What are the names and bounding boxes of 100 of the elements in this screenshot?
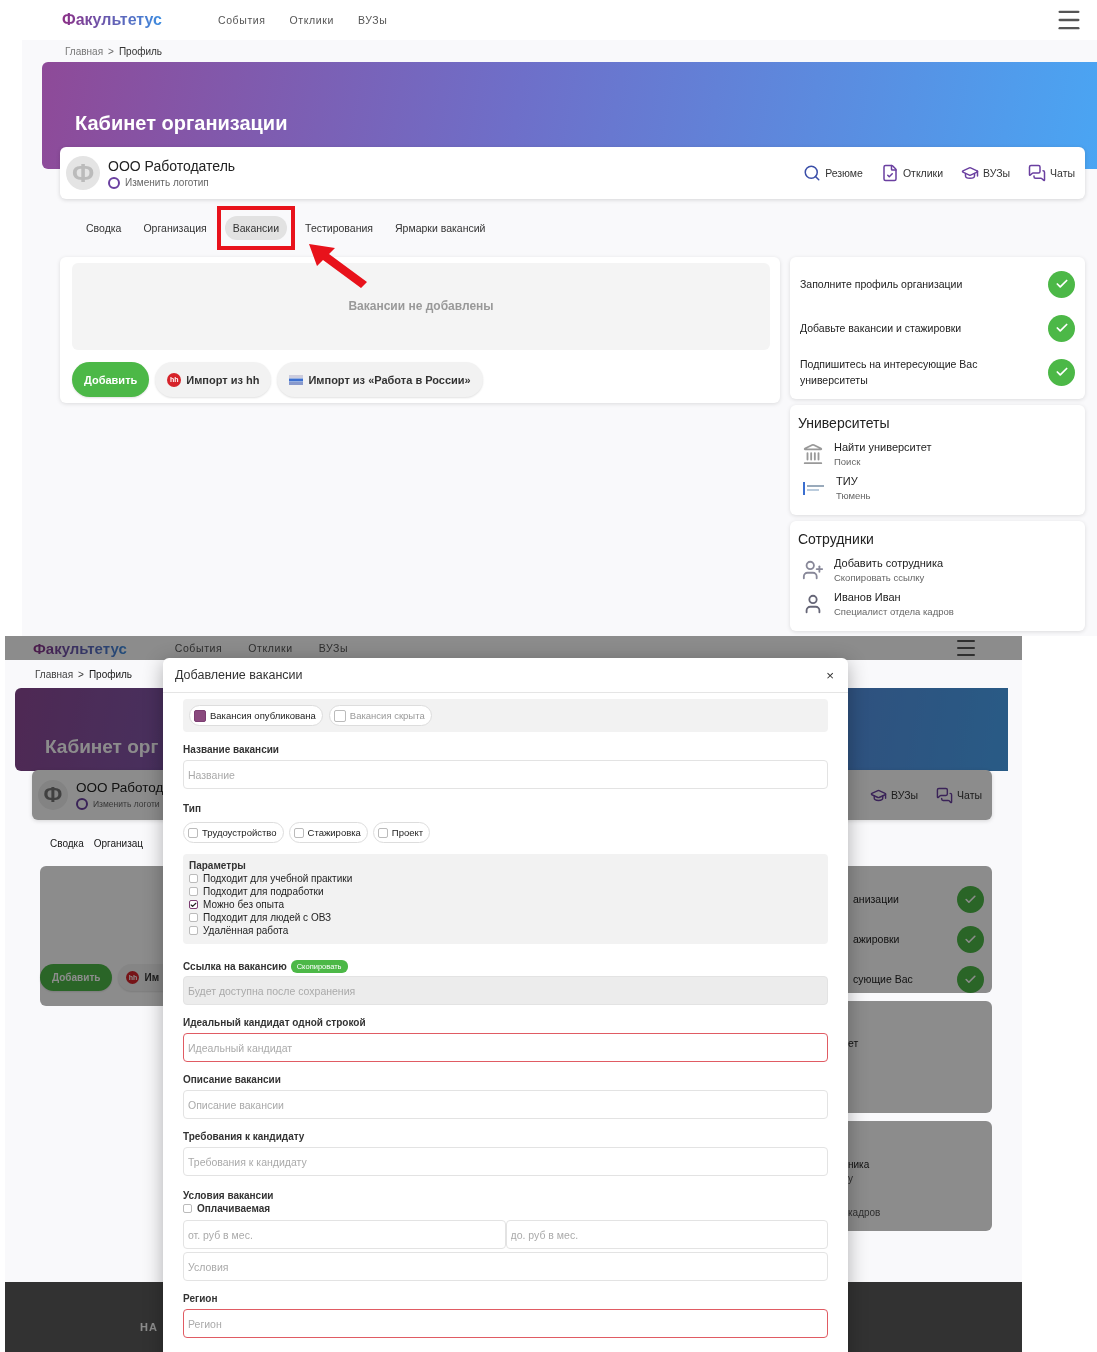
breadcrumb-link[interactable]: Профиль <box>88 668 133 680</box>
footer-heading: НА <box>140 1321 158 1333</box>
item-subtitle: Тюмень <box>836 490 871 501</box>
checkbox <box>333 709 346 722</box>
university-logo <box>802 479 826 497</box>
card-title: Университеты <box>798 415 891 431</box>
card-title: Сотрудники <box>798 531 875 547</box>
close-button[interactable]: × <box>826 667 834 683</box>
salary-field[interactable]: от. руб в мес. <box>183 1220 506 1249</box>
breadcrumb-separator: > <box>108 45 114 57</box>
checklist-text: Заполните профиль организации <box>800 276 963 292</box>
user-add-icon <box>802 559 824 581</box>
field-label: Требования к кандидату <box>183 1131 305 1142</box>
breadcrumb-separator: > <box>78 668 84 680</box>
item-link[interactable]: Добавить сотрудника <box>834 557 944 569</box>
organization-name: ООО Работодатель <box>108 157 236 174</box>
item-subtitle: Поиск <box>834 456 862 467</box>
staff-text: у <box>848 1173 854 1184</box>
tab[interactable]: Организация <box>135 216 215 240</box>
checkbox[interactable] <box>189 926 198 935</box>
checkbox[interactable] <box>189 887 198 896</box>
checkbox[interactable] <box>189 913 198 922</box>
option-label: Подходит для людей с ОВЗ <box>203 912 332 923</box>
field-label: Регион <box>183 1293 218 1304</box>
checklist-text: Подпишитесь на интересующие Вас университеты <box>800 356 979 388</box>
building-icon <box>802 443 824 465</box>
search-icon <box>803 164 822 182</box>
type-option[interactable]: Проект <box>372 822 431 843</box>
checkbox[interactable] <box>188 827 198 838</box>
type-option[interactable]: Трудоустройство <box>183 822 284 843</box>
breadcrumb-link[interactable]: Главная <box>35 668 74 680</box>
dialog-title: Добавление вакансии <box>175 668 303 682</box>
chat-icon <box>1028 164 1047 182</box>
quick-link[interactable]: Чаты <box>936 786 982 804</box>
field-label: Название вакансии <box>183 744 280 755</box>
organization-logo: Ф <box>38 780 68 810</box>
checkbox[interactable] <box>377 827 388 838</box>
pointer-arrow <box>306 242 369 290</box>
nav-link[interactable]: ВУЗы <box>318 642 349 654</box>
tab[interactable]: Сводка <box>45 831 89 855</box>
tab[interactable]: Тестирования <box>297 216 381 240</box>
option-label: Можно без опыта <box>203 899 284 910</box>
field-label: Тип <box>183 803 201 814</box>
quick-link[interactable]: Чаты <box>1028 164 1075 182</box>
input-field[interactable]: Идеальный кандидат <box>183 1033 828 1062</box>
checkbox[interactable] <box>189 900 198 909</box>
nav-link[interactable]: События <box>218 14 266 26</box>
graduation-cap-icon <box>961 164 980 182</box>
item-subtitle: Скопировать ссылку <box>834 572 926 583</box>
staff-text: кадров <box>848 1207 882 1218</box>
organization-name: ООО Работод <box>76 780 164 795</box>
item-link[interactable]: Иванов Иван <box>834 591 954 603</box>
input-field[interactable]: Регион <box>183 1309 828 1338</box>
checklist-text: сующие Вас <box>853 971 913 987</box>
item-link[interactable]: ТИУ <box>836 475 871 487</box>
checkbox <box>194 709 206 722</box>
visibility-option[interactable]: Вакансия опубликована <box>189 705 323 726</box>
field-label: Условия вакансии <box>183 1190 274 1201</box>
empty-message: Вакансии не добавлены <box>348 299 494 315</box>
panel-title: Параметры <box>189 860 247 871</box>
item-link[interactable]: Найти университет <box>834 441 932 453</box>
item-link[interactable]: ет <box>848 1037 992 1049</box>
nav-link[interactable]: ВУЗы <box>357 14 388 26</box>
checklist-text: Добавьте вакансии и стажировки <box>800 320 962 336</box>
checklist-text: анизации <box>853 891 899 907</box>
item-subtitle: Специалист отдела кадров <box>834 606 954 617</box>
quick-link[interactable]: ВУЗы <box>961 164 1011 182</box>
field-label: Идеальный кандидат одной строкой <box>183 1017 366 1028</box>
type-option[interactable]: Стажировка <box>288 822 368 843</box>
quick-link[interactable]: Резюме <box>803 164 863 182</box>
page-title: Кабинет организации <box>75 112 288 135</box>
checklist-text: ажировки <box>853 931 900 947</box>
checkbox[interactable] <box>293 827 304 838</box>
checkbox[interactable] <box>183 1204 192 1213</box>
nav-link[interactable]: Отклики <box>289 14 334 26</box>
tab[interactable]: Сводка <box>78 216 130 240</box>
quick-link[interactable]: ВУЗы <box>870 786 919 804</box>
chat-icon <box>936 786 954 804</box>
quick-link[interactable]: Отклики <box>880 164 944 182</box>
change-logo-link[interactable]: Изменить логотип <box>125 177 209 188</box>
tab[interactable]: Вакансии <box>224 216 288 240</box>
breadcrumb-link[interactable]: Главная <box>65 45 104 57</box>
option-label: Удалённая работа <box>203 925 289 936</box>
salary-field[interactable]: до. руб в мес. <box>505 1220 828 1249</box>
change-logo-link[interactable]: Изменить логоти <box>93 799 160 809</box>
document-check-icon <box>880 164 899 182</box>
tab[interactable]: Ярмарки вакансий <box>387 216 494 240</box>
field-label: Описание вакансии <box>183 1074 281 1085</box>
field-label: Ссылка на вакансию <box>183 961 287 972</box>
page-title: Кабинет орг <box>45 736 159 758</box>
logo[interactable]: Факультетус <box>62 11 162 29</box>
breadcrumb-link[interactable]: Профиль <box>118 45 163 57</box>
nav-link[interactable]: События <box>174 642 223 654</box>
tab[interactable]: Организац <box>88 831 149 855</box>
nav-link[interactable]: Отклики <box>248 642 293 654</box>
option-label: Подходит для учебной практики <box>203 873 353 884</box>
import-button[interactable]: Импорт из «Работа в России» <box>277 362 483 397</box>
flag-icon <box>289 374 304 385</box>
option-label: Оплачиваемая <box>197 1203 271 1214</box>
checkbox[interactable] <box>189 874 198 883</box>
